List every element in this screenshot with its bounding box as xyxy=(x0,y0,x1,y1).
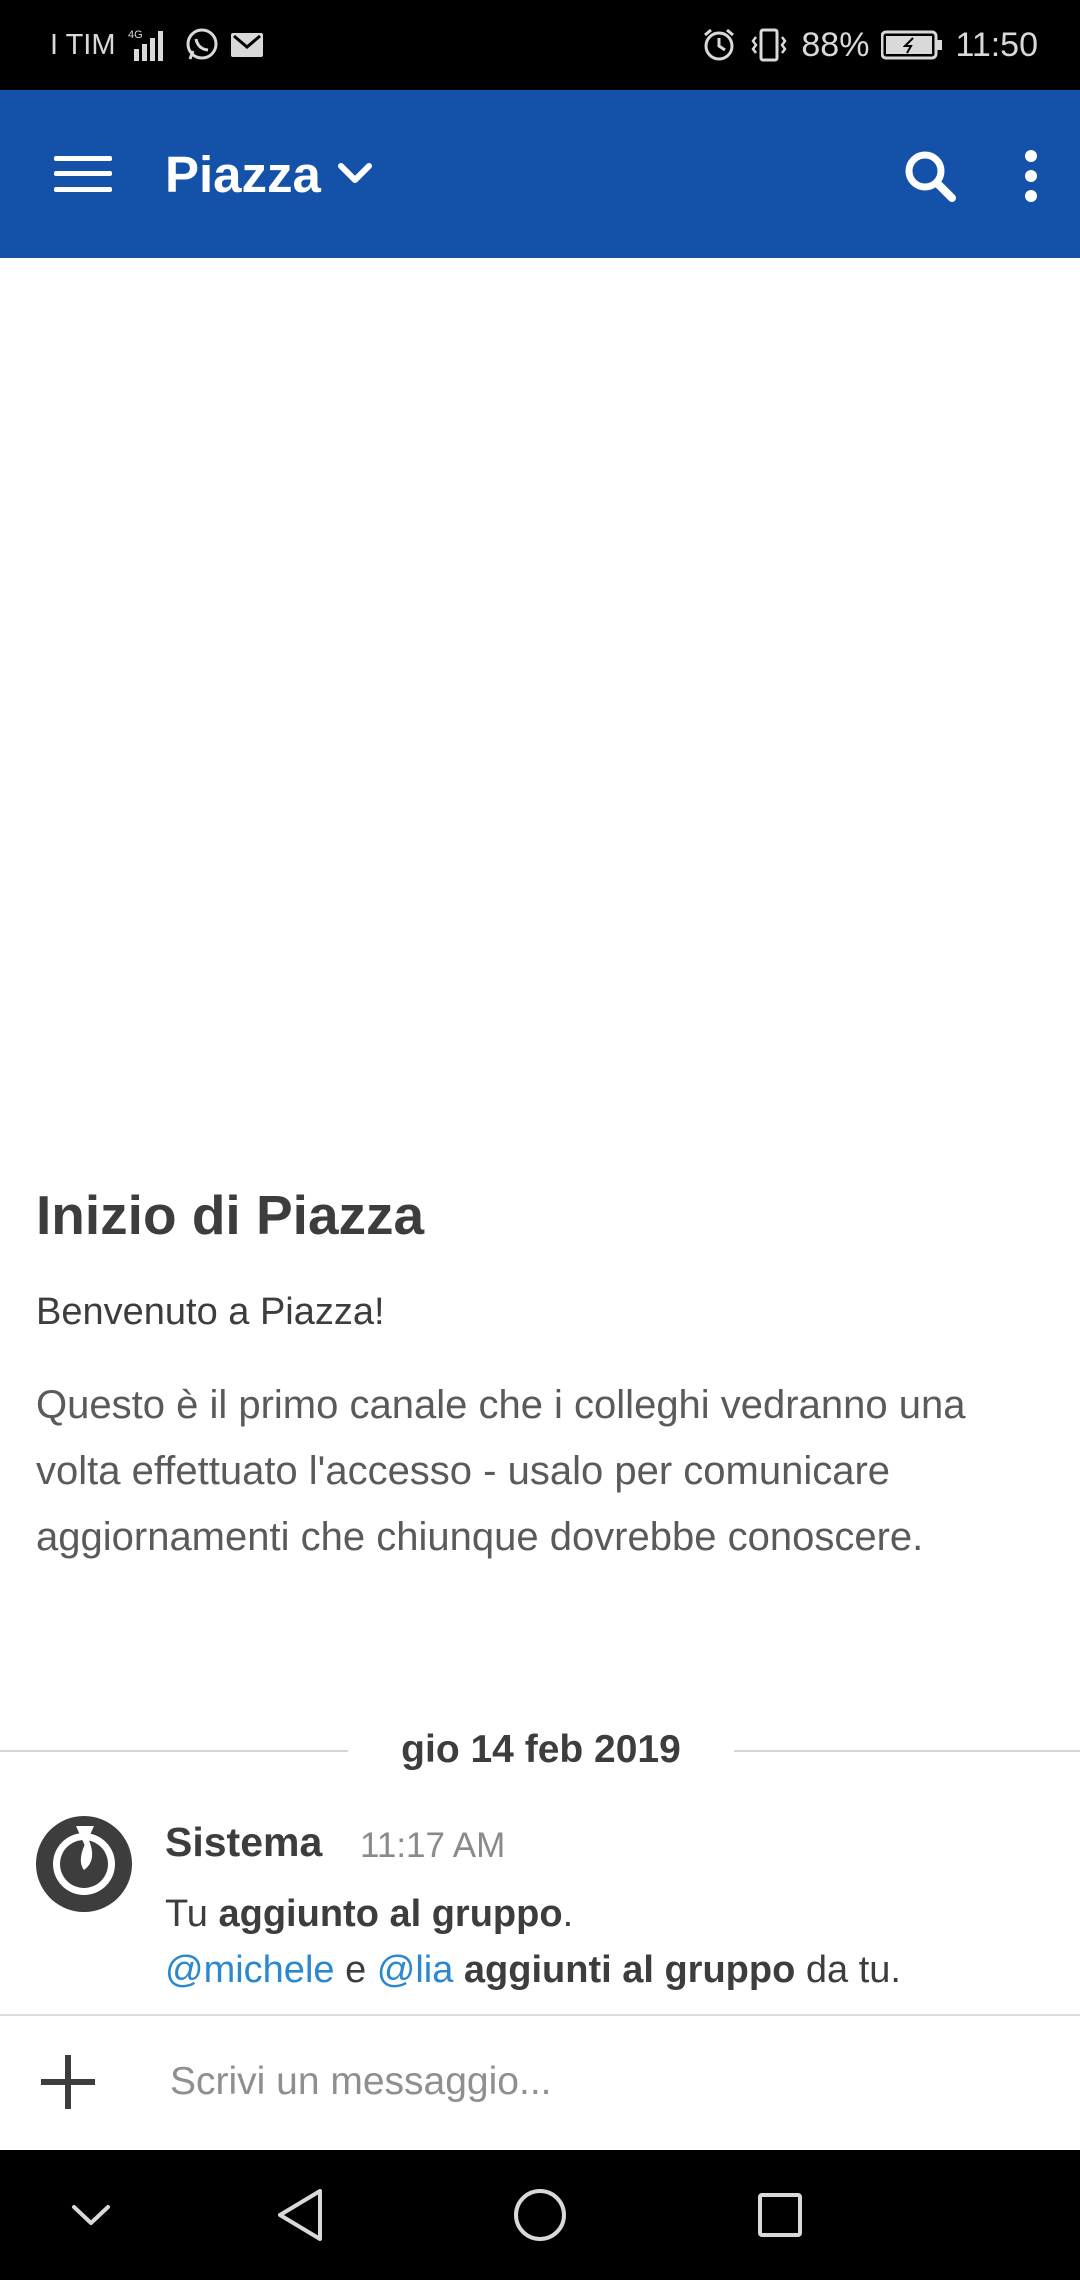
more-vert-icon xyxy=(1025,150,1037,202)
clock-label: 11:50 xyxy=(955,25,1038,64)
intro-welcome: Benvenuto a Piazza! xyxy=(36,1291,385,1333)
hamburger-menu-icon xyxy=(54,156,112,192)
whatsapp-icon xyxy=(184,27,220,63)
post-timestamp: 11:17 AM xyxy=(360,1826,506,1865)
back-icon xyxy=(278,2189,322,2241)
status-bar: I TIM 4G 88% 11:50 xyxy=(0,0,1080,90)
status-left: I TIM 4G xyxy=(50,24,264,66)
channel-title: Piazza xyxy=(165,145,321,203)
home-button[interactable] xyxy=(505,2180,575,2250)
date-label: gio 14 feb 2019 xyxy=(401,1728,681,1771)
network-label: 4G xyxy=(128,29,143,41)
post-text: Tu xyxy=(165,1893,219,1935)
hide-keyboard-button[interactable] xyxy=(56,2180,126,2250)
divider-line xyxy=(0,1750,348,1752)
channel-title-dropdown[interactable]: Piazza xyxy=(165,138,373,210)
post-message-line: @michele e @lia aggiunti al gruppo da tu… xyxy=(165,1942,901,1998)
battery-icon xyxy=(881,29,943,61)
system-post[interactable]: Sistema 11:17 AM Tu aggiunto al gruppo. … xyxy=(0,1810,1080,2016)
menu-button[interactable] xyxy=(48,142,118,206)
signal-icon: 4G xyxy=(126,27,174,63)
hide-keyboard-icon xyxy=(72,2205,110,2225)
message-input[interactable] xyxy=(170,2044,1030,2120)
message-composer xyxy=(0,2014,1080,2150)
recents-button[interactable] xyxy=(745,2180,815,2250)
status-right: 88% 11:50 xyxy=(701,24,1038,66)
carrier-label: I TIM xyxy=(50,28,116,61)
post-message-line: Tu aggiunto al gruppo. xyxy=(165,1886,573,1942)
battery-label: 88% xyxy=(801,25,870,64)
post-text-bold: aggiunti al gruppo xyxy=(453,1949,796,1991)
vibrate-icon xyxy=(749,27,789,63)
gmail-icon xyxy=(230,30,264,60)
search-icon xyxy=(905,151,956,202)
search-button[interactable] xyxy=(898,144,962,208)
intro-title: Inizio di Piazza xyxy=(36,1184,425,1246)
attach-button[interactable] xyxy=(34,2048,102,2116)
recents-icon xyxy=(758,2193,802,2237)
post-text: da tu. xyxy=(795,1949,901,1991)
back-button[interactable] xyxy=(265,2180,335,2250)
plus-icon xyxy=(41,2055,95,2109)
divider-line xyxy=(734,1750,1080,1752)
date-separator: gio 14 feb 2019 xyxy=(0,1722,1080,1778)
post-author[interactable]: Sistema xyxy=(165,1814,322,1870)
alarm-icon xyxy=(701,27,737,63)
intro-description: Questo è il primo canale che i colleghi … xyxy=(36,1383,966,1559)
post-text-bold: aggiunto al gruppo xyxy=(218,1893,563,1935)
system-nav-bar xyxy=(0,2150,1080,2280)
home-icon xyxy=(514,2189,566,2241)
more-options-button[interactable] xyxy=(1006,144,1056,208)
chevron-down-icon xyxy=(337,163,372,183)
mention-link-michele[interactable]: @michele xyxy=(165,1949,335,1991)
mention-link-lia[interactable]: @lia xyxy=(377,1949,454,1991)
post-text: e xyxy=(334,1949,377,1991)
channel-intro: Inizio di Piazza Benvenuto a Piazza! Que… xyxy=(36,1178,1046,1570)
app-bar: Piazza xyxy=(0,90,1080,258)
mattermost-logo-icon[interactable] xyxy=(36,1816,132,1912)
post-text: . xyxy=(562,1893,574,1935)
